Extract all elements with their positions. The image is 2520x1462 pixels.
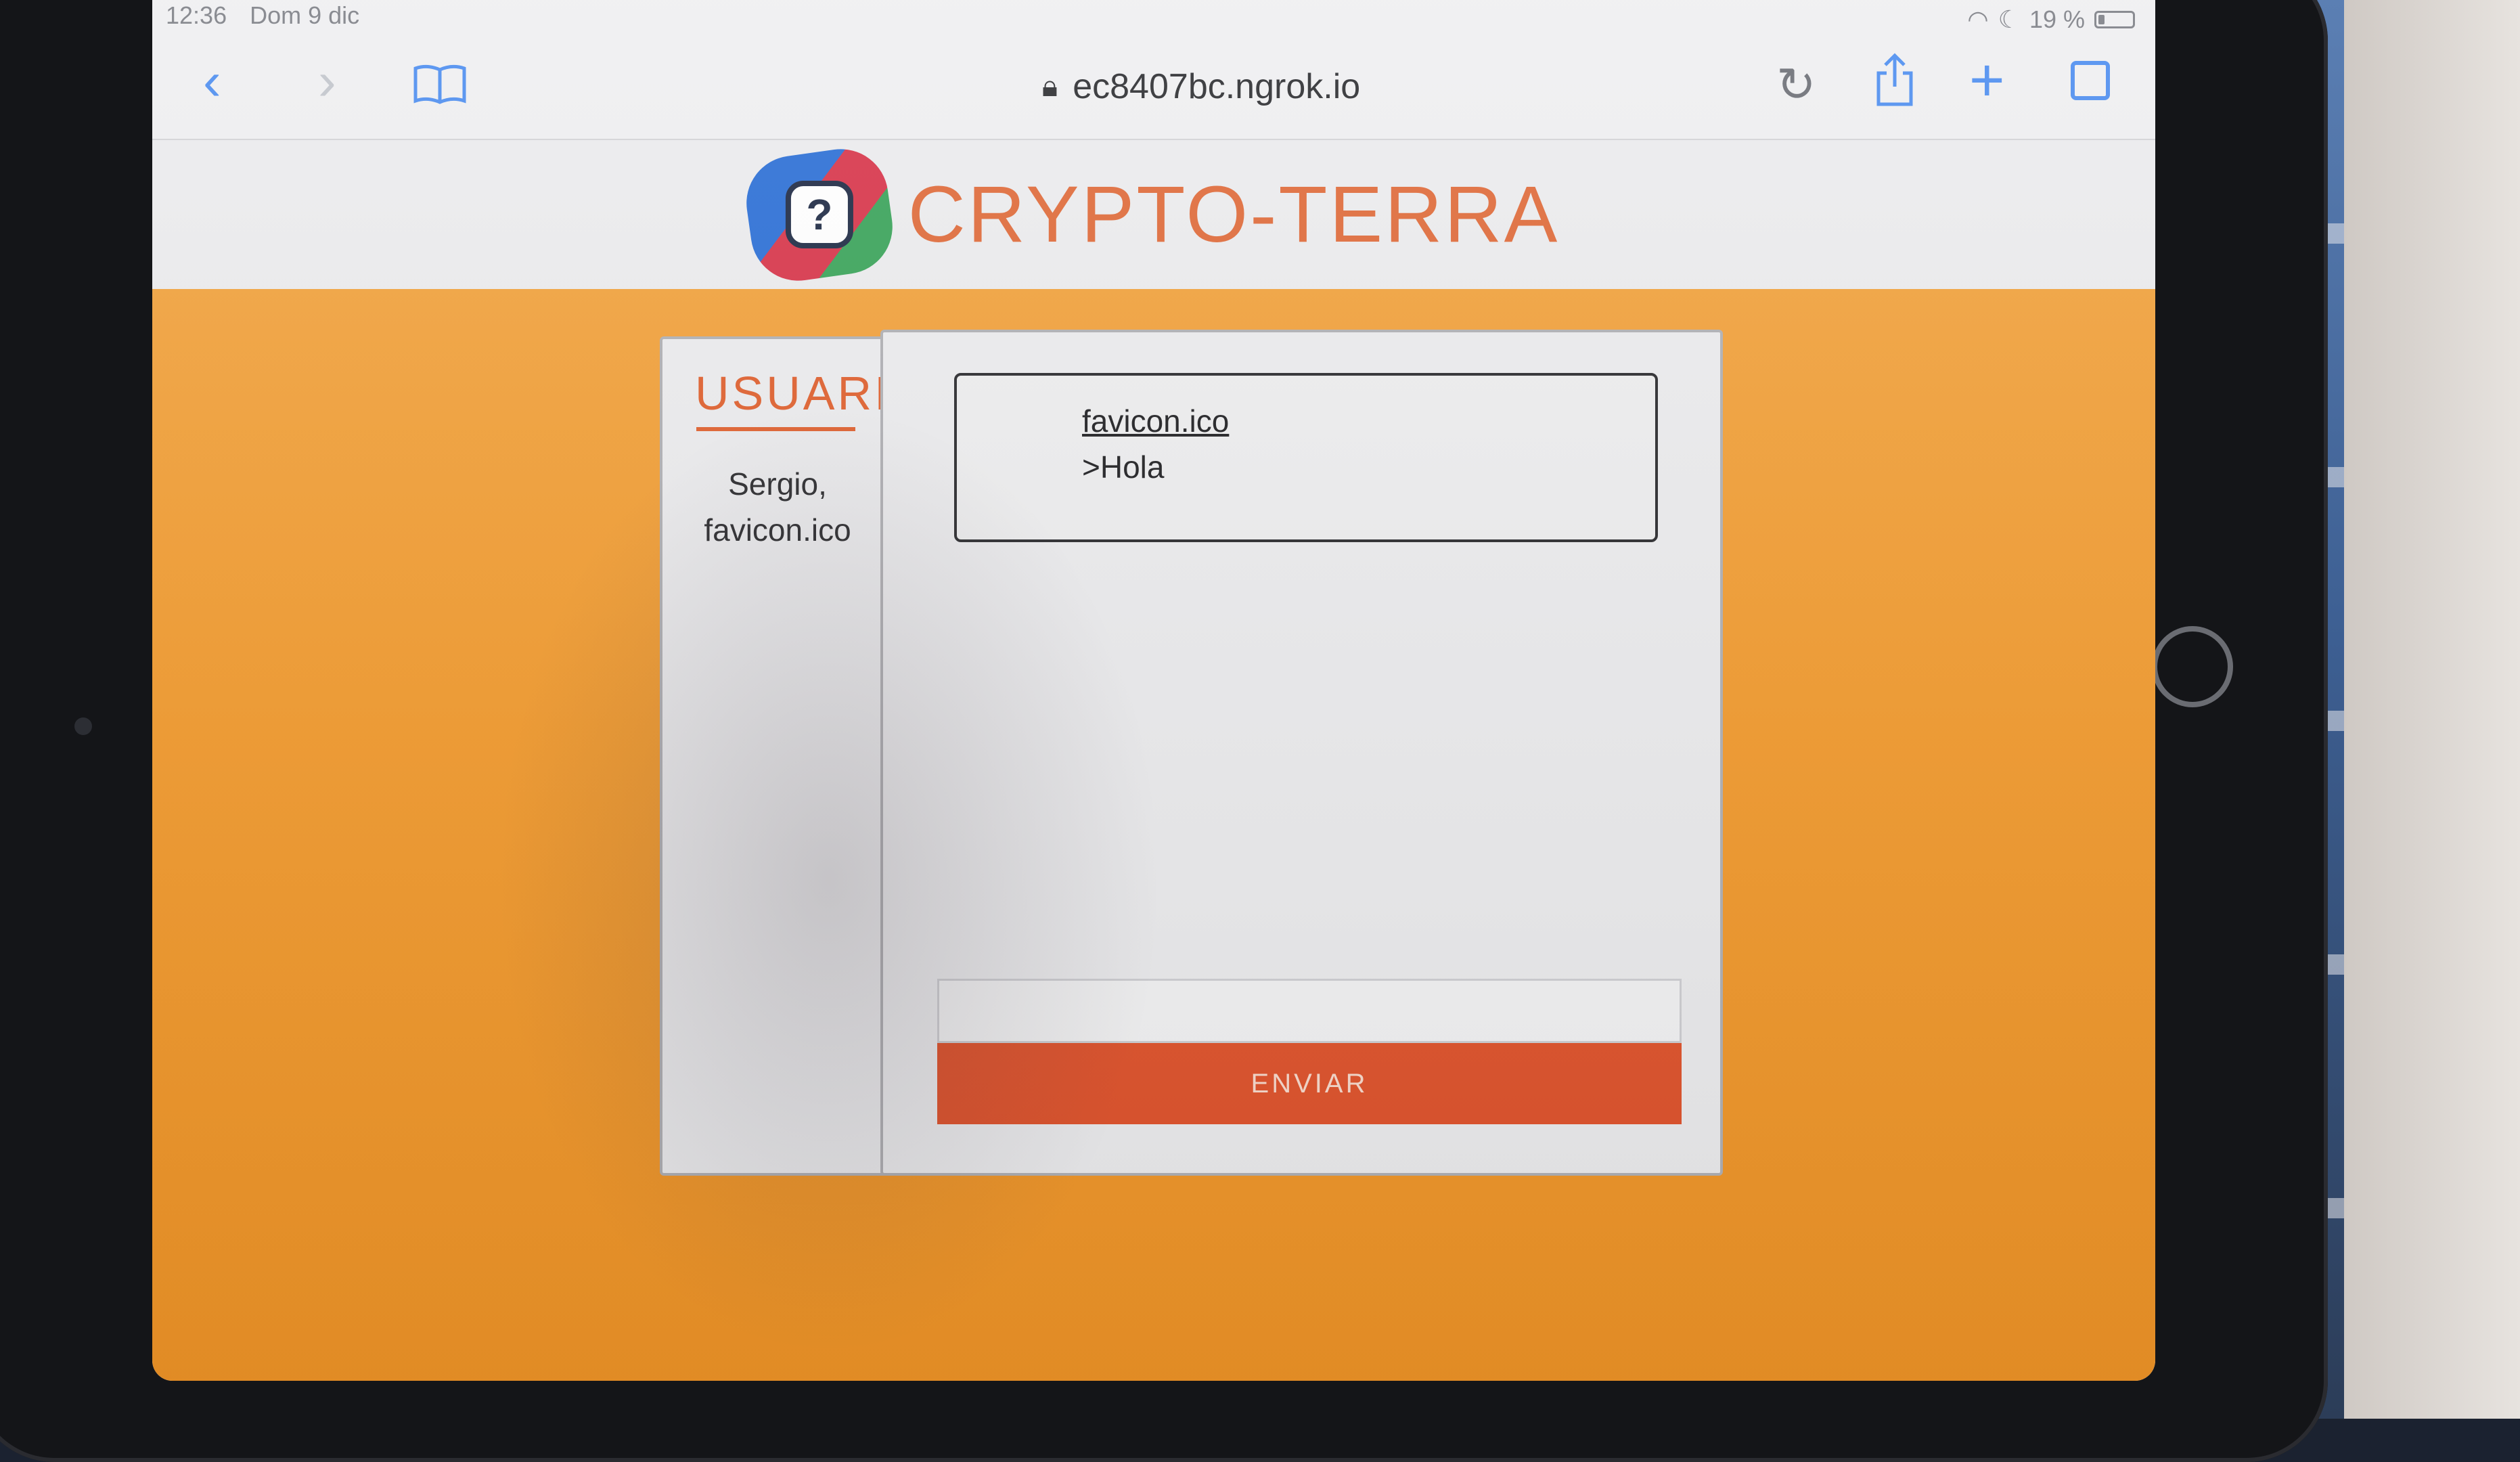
tablet-screen: 12:36 Dom 9 dic ◠ ☾ 19 % ‹ › 🔒︎ ec8407bc… xyxy=(152,0,2155,1381)
tabs-icon[interactable] xyxy=(2071,61,2110,100)
site-logo[interactable]: ? xyxy=(740,142,899,287)
home-button[interactable] xyxy=(2152,626,2233,707)
status-bar: 12:36 Dom 9 dic ◠ ☾ 19 % xyxy=(152,0,2155,34)
site-header: ? CRYPTO-TERRA xyxy=(152,140,2155,289)
status-time: 12:36 xyxy=(166,1,227,29)
camera-icon xyxy=(74,717,92,735)
chat-panel: favicon.ico >Hola ENVIAR xyxy=(880,330,1723,1176)
reload-icon[interactable]: ↻ xyxy=(1776,61,1816,108)
chevron-left-icon[interactable]: ‹ xyxy=(203,54,221,108)
desk-surface xyxy=(2344,0,2520,1419)
share-icon[interactable] xyxy=(1874,53,1915,116)
chevron-right-icon[interactable]: › xyxy=(318,54,336,108)
site-title: CRYPTO-TERRA xyxy=(907,170,1560,259)
heading-underline xyxy=(696,427,855,431)
status-date: Dom 9 dic xyxy=(250,1,360,29)
user-item: Sergio, xyxy=(728,466,827,502)
moon-icon: ☾ xyxy=(1998,5,2020,33)
browser-toolbar: ‹ › 🔒︎ ec8407bc.ngrok.io ↻ + xyxy=(152,34,2155,140)
battery-percent: 19 % xyxy=(2029,5,2085,33)
message-input[interactable] xyxy=(937,979,1682,1043)
url-text: ec8407bc.ngrok.io xyxy=(1073,67,1361,106)
status-right: ◠ ☾ 19 % xyxy=(1967,5,2135,34)
battery-level xyxy=(2098,15,2105,24)
status-left: 12:36 Dom 9 dic xyxy=(166,1,376,30)
users-heading: USUARIO xyxy=(695,367,887,420)
battery-icon xyxy=(2094,11,2135,28)
users-list: Sergio, favicon.ico xyxy=(676,461,879,553)
book-icon[interactable] xyxy=(413,60,467,114)
plus-icon[interactable]: + xyxy=(1969,50,2005,111)
user-item: favicon.ico xyxy=(704,512,851,548)
address-bar[interactable]: 🔒︎ ec8407bc.ngrok.io xyxy=(829,60,1573,114)
send-button[interactable]: ENVIAR xyxy=(937,1043,1682,1124)
lock-icon: 🔒︎ xyxy=(1041,70,1058,103)
wifi-icon: ◠ xyxy=(1967,5,1989,33)
page-body: USUARIO Sergio, favicon.ico favicon.ico … xyxy=(152,289,2155,1381)
message-text: >Hola xyxy=(1082,449,1165,485)
question-mark-icon: ? xyxy=(785,180,853,248)
users-panel: USUARIO Sergio, favicon.ico xyxy=(660,336,890,1176)
message-author[interactable]: favicon.ico xyxy=(1082,403,1229,439)
message-list: favicon.ico >Hola xyxy=(954,373,1658,542)
